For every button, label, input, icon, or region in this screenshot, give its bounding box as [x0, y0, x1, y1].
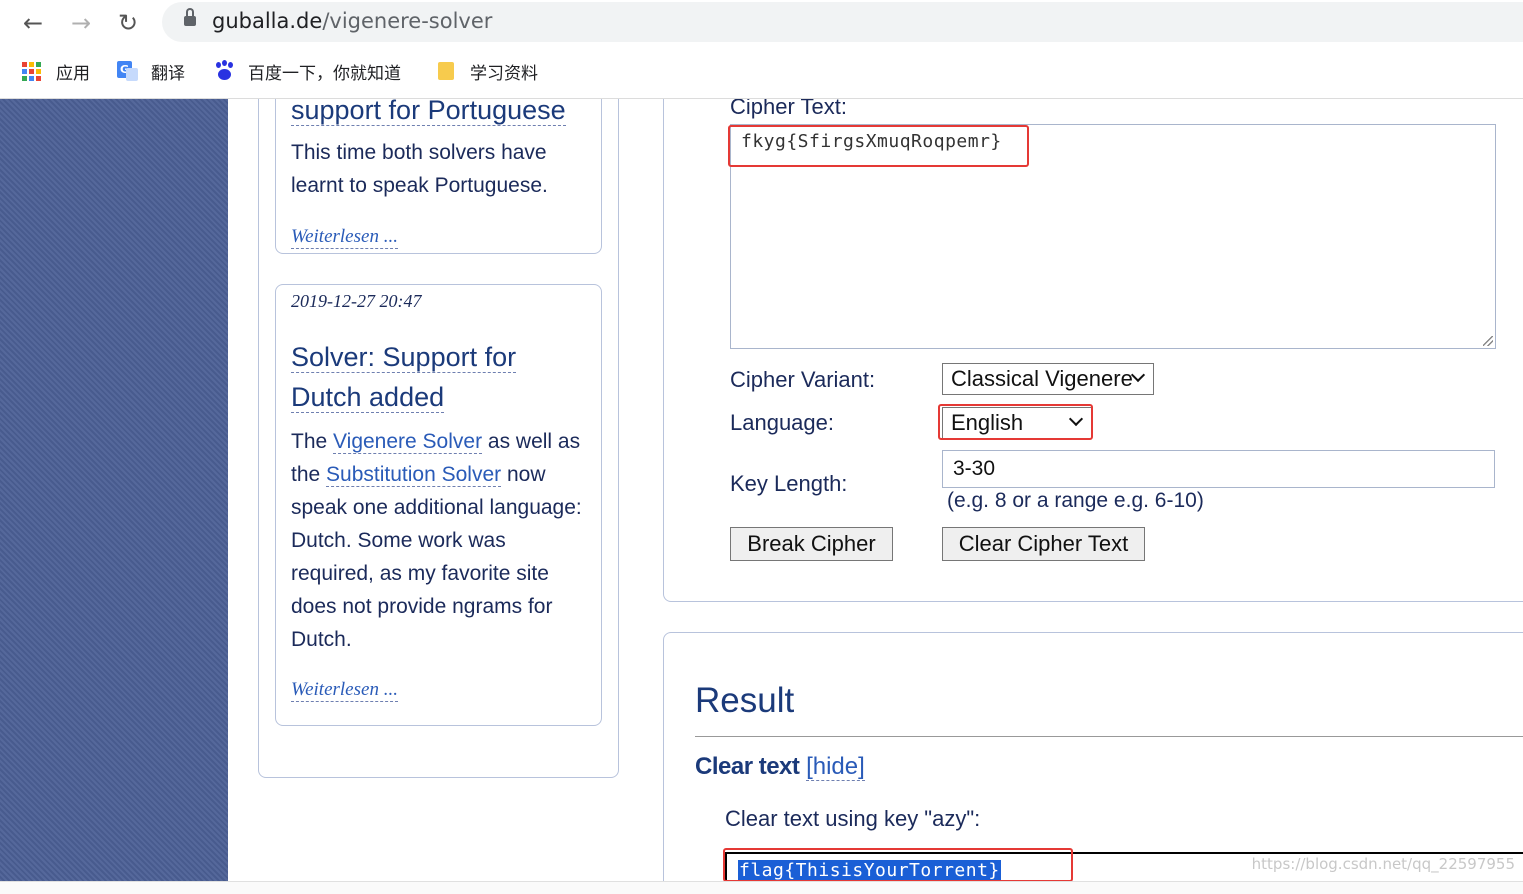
chevron-down-icon	[1130, 367, 1146, 383]
back-arrow-icon[interactable]: ←	[18, 8, 48, 38]
variant-label: Cipher Variant:	[730, 367, 876, 392]
url-host: guballa.de	[212, 9, 323, 33]
highlight-box-language	[938, 404, 1093, 440]
keylength-input[interactable]: 3-30	[942, 450, 1495, 488]
bookmark-label: 学习资料	[470, 63, 538, 84]
cleartext-heading: Clear text [hide]	[695, 753, 865, 781]
news-title[interactable]: support for Portuguese	[291, 99, 566, 130]
browser-chrome: ← → ↻ guballa.de/vigenere-solver 应用 G 翻译	[0, 0, 1523, 99]
cleartext-heading-text: Clear text	[695, 753, 800, 780]
sidebar-background	[0, 99, 228, 881]
read-more-link[interactable]: Weiterlesen ...	[291, 226, 398, 249]
url-path: /vigenere-solver	[322, 9, 493, 33]
lock-icon[interactable]	[184, 8, 196, 26]
news-title[interactable]: Solver: Support for Dutch added	[291, 337, 517, 417]
bookmark-apps[interactable]: 应用	[22, 56, 90, 86]
divider	[695, 736, 1523, 737]
baidu-paw-icon	[214, 60, 236, 82]
ciphertext-label: Cipher Text:	[730, 99, 847, 119]
solver-form: Cipher Text: fkyg{SfirgsXmuqRoqpemr} Cip…	[663, 99, 1523, 602]
watermark: https://blog.csdn.net/qq_22597955	[1251, 855, 1515, 873]
highlight-box-ciphertext	[728, 125, 1029, 167]
news-text: This time both solvers have learnt to sp…	[291, 141, 548, 197]
bottom-edge	[0, 881, 1523, 894]
news-text: The Vigenere Solver as well as the Subst…	[291, 430, 582, 651]
hide-link[interactable]: [hide]	[806, 753, 865, 781]
bookmark-label: 百度一下，你就知道	[248, 63, 401, 84]
bookmark-label: 翻译	[151, 63, 185, 84]
highlight-box-result	[723, 848, 1073, 881]
result-panel: Result Clear text [hide] Clear text usin…	[663, 632, 1523, 881]
bookmarks-bar: 应用 G 翻译 百度一下，你就知道 学习资料	[0, 56, 1523, 86]
keylength-label: Key Length:	[730, 471, 848, 496]
break-cipher-button[interactable]: Break Cipher	[730, 527, 893, 561]
news-card: 2019-12-27 20:47 Solver: Support for Dutc…	[275, 284, 602, 726]
result-title: Result	[695, 681, 795, 720]
page-content: support for Portuguese This time both so…	[0, 99, 1523, 881]
news-card: support for Portuguese This time both so…	[275, 99, 602, 254]
bookmark-translate[interactable]: G 翻译	[117, 56, 185, 86]
read-more-link[interactable]: Weiterlesen ...	[291, 679, 398, 702]
variant-select[interactable]: Classical Vigenere	[942, 363, 1154, 395]
key-line: Clear text using key "azy":	[725, 806, 981, 831]
keylength-hint: (e.g. 8 or a range e.g. 6-10)	[947, 489, 1204, 512]
url-text[interactable]: guballa.de/vigenere-solver	[212, 9, 492, 33]
news-date: 2019-12-27 20:47	[291, 291, 422, 311]
bookmark-label: 应用	[56, 63, 90, 84]
forward-arrow-icon[interactable]: →	[66, 8, 96, 38]
language-label: Language:	[730, 410, 834, 435]
vigenere-solver-link[interactable]: Vigenere Solver	[333, 430, 483, 454]
reload-icon[interactable]: ↻	[113, 8, 143, 38]
clear-ciphertext-button[interactable]: Clear Cipher Text	[942, 527, 1145, 561]
substitution-solver-link[interactable]: Substitution Solver	[326, 463, 502, 487]
folder-icon	[436, 60, 458, 82]
news-panel: support for Portuguese This time both so…	[258, 99, 619, 778]
apps-grid-icon	[22, 60, 44, 82]
variant-selected-value: Classical Vigenere	[951, 366, 1133, 391]
resize-handle-icon[interactable]	[1483, 336, 1493, 346]
address-bar[interactable]: guballa.de/vigenere-solver	[162, 2, 1523, 42]
bookmark-baidu[interactable]: 百度一下，你就知道	[214, 56, 401, 86]
translate-icon: G	[117, 60, 139, 82]
bookmark-study-folder[interactable]: 学习资料	[436, 56, 538, 86]
